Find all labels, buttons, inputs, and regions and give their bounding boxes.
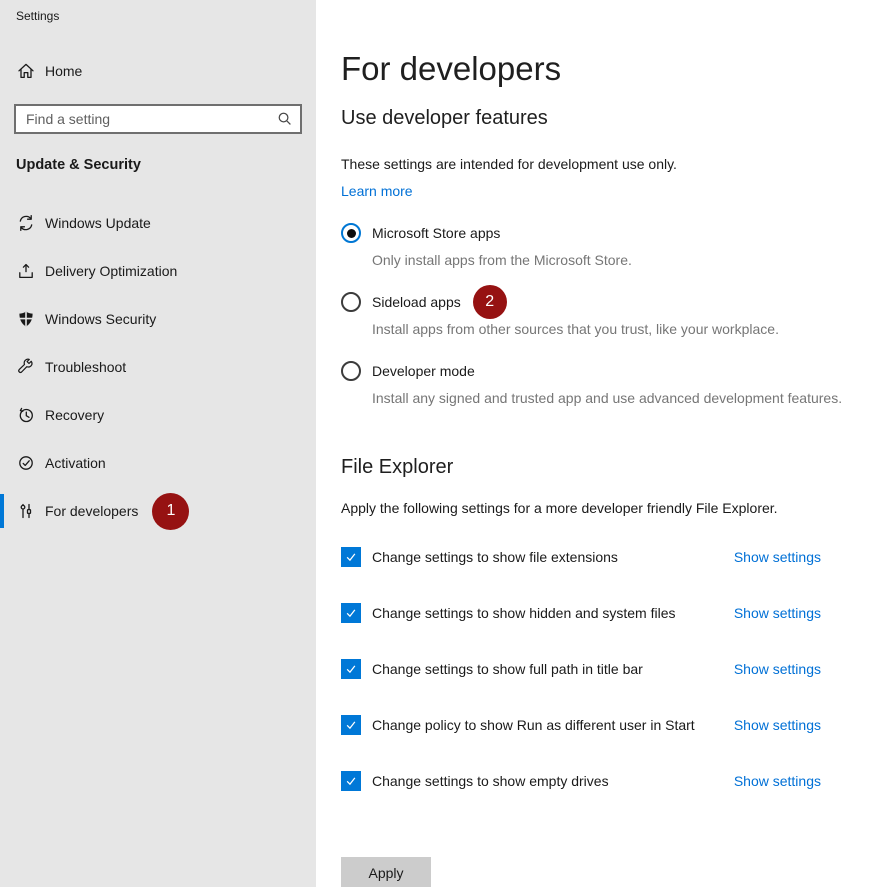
radio-row-sideload-apps[interactable]: Sideload apps 2 <box>341 292 876 312</box>
file-explorer-checkboxes: Change settings to show file extensions … <box>341 547 876 791</box>
radio-selected[interactable] <box>341 223 361 243</box>
search-input[interactable] <box>14 104 302 134</box>
sidebar-item-for-developers[interactable]: For developers 1 <box>0 487 316 535</box>
checkbox-label: Change settings to show empty drives <box>372 773 722 789</box>
sidebar-item-activation[interactable]: Activation <box>0 439 316 487</box>
sidebar-item-label: Troubleshoot <box>45 359 126 375</box>
radio-row-microsoft-store-apps[interactable]: Microsoft Store apps <box>341 223 876 243</box>
search-icon <box>276 110 294 128</box>
checkbox-row-empty-drives: Change settings to show empty drives Sho… <box>341 771 821 791</box>
checkbox-row-hidden-system-files: Change settings to show hidden and syste… <box>341 603 821 623</box>
checkbox-checked[interactable] <box>341 603 361 623</box>
sidebar-item-label: Activation <box>45 455 106 471</box>
sidebar-item-label: For developers <box>45 503 138 519</box>
checkbox-label: Change settings to show file extensions <box>372 549 722 565</box>
checkbox-label: Change settings to show full path in tit… <box>372 661 722 677</box>
developer-features-intro: These settings are intended for developm… <box>341 155 876 173</box>
radio-unselected[interactable] <box>341 292 361 312</box>
radio-label: Microsoft Store apps <box>372 225 500 241</box>
sidebar-item-label: Delivery Optimization <box>45 263 177 279</box>
sidebar-item-home[interactable]: Home <box>0 53 316 89</box>
check-icon <box>344 718 358 732</box>
checkbox-row-full-path-title-bar: Change settings to show full path in tit… <box>341 659 821 679</box>
app-title: Settings <box>0 0 316 23</box>
wrench-icon <box>16 357 36 377</box>
sidebar-section-title: Update & Security <box>0 157 316 173</box>
checkbox-label: Change settings to show hidden and syste… <box>372 605 722 621</box>
activation-check-icon <box>16 453 36 473</box>
checkbox-label: Change policy to show Run as different u… <box>372 717 722 733</box>
sidebar-item-recovery[interactable]: Recovery <box>0 391 316 439</box>
checkbox-row-run-as-different-user: Change policy to show Run as different u… <box>341 715 821 735</box>
delivery-icon <box>16 261 36 281</box>
selected-accent-bar <box>0 494 4 528</box>
annotation-badge-2: 2 <box>473 285 507 319</box>
checkbox-checked[interactable] <box>341 659 361 679</box>
radio-row-developer-mode[interactable]: Developer mode <box>341 361 876 381</box>
file-explorer-intro: Apply the following settings for a more … <box>341 499 876 517</box>
settings-sidebar: Settings Home Update & Security Windows … <box>0 0 316 887</box>
check-icon <box>344 662 358 676</box>
radio-description: Only install apps from the Microsoft Sto… <box>372 250 852 270</box>
checkbox-checked[interactable] <box>341 715 361 735</box>
check-icon <box>344 774 358 788</box>
radio-label: Sideload apps <box>372 294 461 310</box>
recovery-clock-icon <box>16 405 36 425</box>
option-sideload-apps: Sideload apps 2 Install apps from other … <box>341 292 876 339</box>
radio-description: Install any signed and trusted app and u… <box>372 388 852 408</box>
sidebar-item-troubleshoot[interactable]: Troubleshoot <box>0 343 316 391</box>
page-title: For developers <box>341 51 876 87</box>
check-icon <box>344 606 358 620</box>
home-label: Home <box>45 63 82 79</box>
show-settings-link[interactable]: Show settings <box>734 549 821 565</box>
show-settings-link[interactable]: Show settings <box>734 605 821 621</box>
learn-more-link[interactable]: Learn more <box>341 183 413 199</box>
sidebar-item-windows-security[interactable]: Windows Security <box>0 295 316 343</box>
checkbox-checked[interactable] <box>341 771 361 791</box>
developer-tools-icon <box>16 501 36 521</box>
option-developer-mode: Developer mode Install any signed and tr… <box>341 361 876 408</box>
sidebar-item-delivery-optimization[interactable]: Delivery Optimization <box>0 247 316 295</box>
sidebar-item-label: Windows Update <box>45 215 151 231</box>
sync-icon <box>16 213 36 233</box>
check-icon <box>344 550 358 564</box>
sidebar-item-label: Recovery <box>45 407 104 423</box>
sidebar-item-label: Windows Security <box>45 311 156 327</box>
sidebar-nav: Windows Update Delivery Optimization Win… <box>0 199 316 535</box>
checkbox-checked[interactable] <box>341 547 361 567</box>
option-microsoft-store-apps: Microsoft Store apps Only install apps f… <box>341 223 876 270</box>
settings-main-panel: For developers Use developer features Th… <box>316 0 876 887</box>
checkbox-row-file-extensions: Change settings to show file extensions … <box>341 547 821 567</box>
home-icon <box>16 61 36 81</box>
radio-description: Install apps from other sources that you… <box>372 319 852 339</box>
annotation-badge-1: 1 <box>152 493 189 530</box>
sidebar-item-windows-update[interactable]: Windows Update <box>0 199 316 247</box>
shield-icon <box>16 309 36 329</box>
show-settings-link[interactable]: Show settings <box>734 661 821 677</box>
search-box <box>14 104 302 134</box>
radio-label: Developer mode <box>372 363 475 379</box>
radio-unselected[interactable] <box>341 361 361 381</box>
apply-button[interactable]: Apply <box>341 857 431 887</box>
developer-feature-options: Microsoft Store apps Only install apps f… <box>341 223 876 408</box>
show-settings-link[interactable]: Show settings <box>734 717 821 733</box>
developer-features-heading: Use developer features <box>341 106 876 130</box>
file-explorer-heading: File Explorer <box>341 454 876 480</box>
show-settings-link[interactable]: Show settings <box>734 773 821 789</box>
